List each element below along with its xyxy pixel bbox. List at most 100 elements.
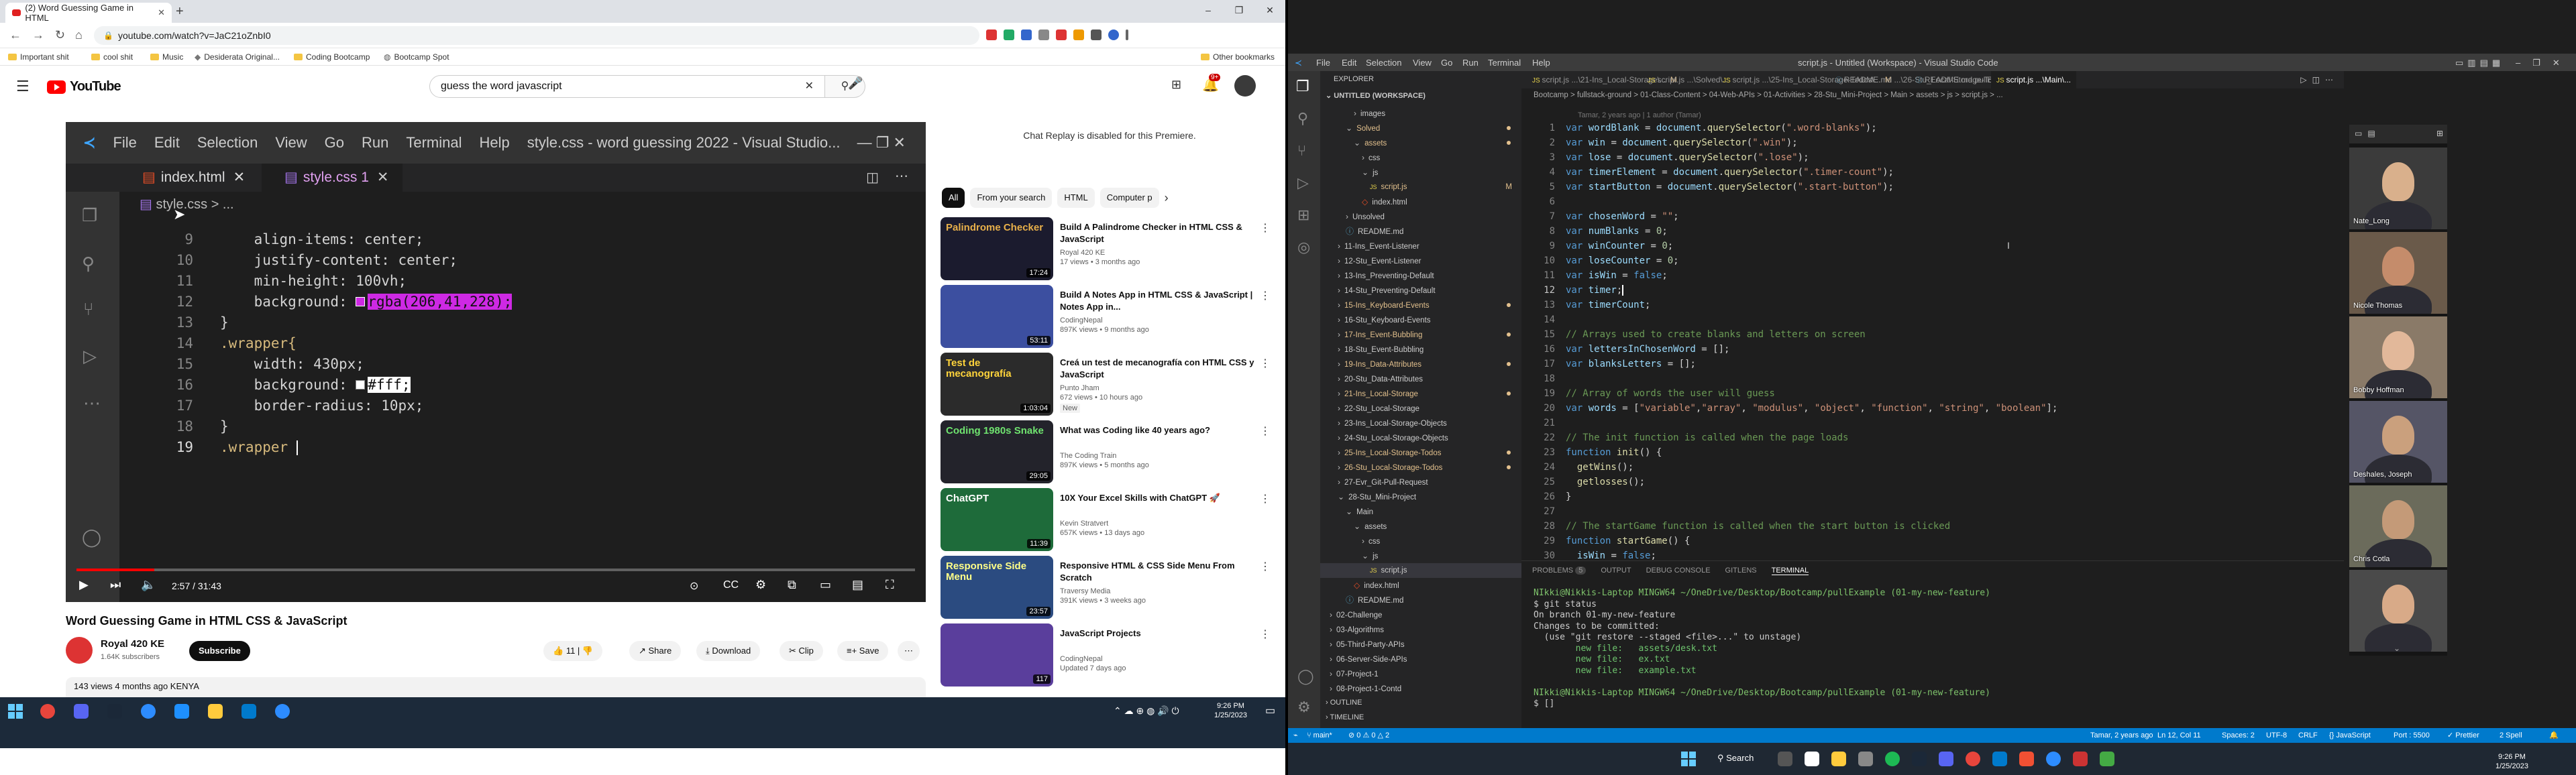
live-server-port[interactable]: Port : 5500 — [2394, 728, 2430, 743]
branch-status[interactable]: ⑂ main* — [1307, 728, 1332, 743]
run-debug-icon[interactable]: ▷ — [1297, 174, 1309, 192]
code-line[interactable]: function init() { — [1566, 445, 1662, 460]
tree-item[interactable]: › 11-Ins_Event-Listener — [1320, 239, 1521, 253]
tree-item[interactable]: › 15-Ins_Keyboard-Events — [1320, 298, 1521, 312]
subscribe-button[interactable]: Subscribe — [189, 641, 250, 661]
tree-item[interactable]: ⌄ Solved — [1320, 121, 1521, 135]
bookmark-item[interactable]: Music — [150, 52, 183, 62]
editor-actions-icons[interactable]: ▷◫⋯ — [2300, 75, 2339, 84]
code-line[interactable]: var timerElement = document.querySelecto… — [1566, 165, 1894, 180]
tree-item[interactable]: › css — [1320, 534, 1521, 548]
zoom-icon[interactable] — [275, 704, 290, 719]
code-line[interactable]: var loseCounter = 0; — [1566, 253, 1679, 268]
search-input[interactable]: guess the word javascript ✕ — [429, 75, 825, 98]
participant-tile[interactable]: Deshales, Joseph — [2349, 401, 2447, 483]
editor-tab[interactable]: JS script.js ...\Main\... — [1991, 71, 2077, 88]
bookmark-item[interactable]: Important shit — [8, 52, 69, 62]
tree-item[interactable]: › 22-Stu_Local-Storage — [1320, 401, 1521, 416]
tree-item[interactable]: › Unsolved — [1320, 209, 1521, 224]
theater-mode-icon[interactable]: ▭ — [820, 578, 831, 592]
code-line[interactable]: getlosses(); — [1566, 475, 1645, 489]
taskbar-search[interactable]: ⚲ Search — [1717, 753, 1754, 764]
code-line[interactable]: // The init function is called when the … — [1566, 430, 1848, 445]
tree-item[interactable]: › 13-Ins_Preventing-Default — [1320, 268, 1521, 283]
miniplayer-icon[interactable]: ⧉ — [788, 578, 796, 592]
like-button[interactable]: 👍 11 | 👎 — [543, 641, 603, 661]
tree-item[interactable]: ⌄ assets — [1320, 519, 1521, 534]
bookmark-item[interactable]: ◍ Bootcamp Spot — [384, 52, 449, 62]
more-options-icon[interactable]: ⋮ — [1260, 424, 1271, 438]
participant-tile[interactable] — [2349, 570, 2447, 652]
participant-tile[interactable]: Nicole Thomas — [2349, 232, 2447, 314]
home-icon[interactable]: ⌂ — [75, 28, 83, 42]
chrome-icon[interactable] — [1966, 752, 1980, 766]
file-explorer-icon[interactable] — [208, 704, 223, 719]
clock[interactable]: 9:26 PM 1/25/2023 — [2496, 752, 2528, 771]
tree-item[interactable]: › 14-Stu_Preventing-Default — [1320, 283, 1521, 298]
kebab-menu-icon[interactable] — [1126, 29, 1128, 40]
encoding[interactable]: UTF-8 — [2266, 728, 2287, 743]
chrome-tab-youtube[interactable]: (2) Word Guessing Game in HTML ✕ — [5, 3, 172, 23]
recommendation-item[interactable]: Coding 1980s Snake 29:05 What was Coding l… — [941, 420, 1276, 488]
code-lines[interactable]: 1 var wordBlank = document.querySelector(… — [1521, 121, 2344, 563]
extension-icon[interactable] — [1056, 29, 1067, 40]
fullscreen-icon[interactable]: ⛶ — [885, 578, 894, 592]
eol[interactable]: CRLF — [2298, 728, 2318, 743]
youtube-logo[interactable]: YouTube — [47, 79, 121, 95]
code-line[interactable]: getWins(); — [1566, 460, 1633, 475]
tab-terminal[interactable]: TERMINAL — [1771, 567, 1809, 575]
menu-terminal[interactable]: Terminal — [1488, 58, 1521, 68]
tree-item[interactable]: ⌄ 28-Stu_Mini-Project — [1320, 489, 1521, 504]
save-button[interactable]: ≡+ Save — [837, 641, 889, 661]
code-line[interactable]: var lose = document.querySelector(".lose… — [1566, 150, 1809, 165]
steam-icon[interactable] — [107, 704, 122, 719]
tree-item[interactable]: › 02-Challenge — [1320, 607, 1521, 622]
recommendation-item[interactable]: 53:11 Build A Notes App in HTML CSS & Jav… — [941, 285, 1276, 353]
tree-item[interactable]: ⌄ js — [1320, 165, 1521, 180]
close-window-icon[interactable]: ✕ — [1254, 0, 1285, 23]
tree-item[interactable]: › 16-Stu_Keyboard-Events — [1320, 312, 1521, 327]
video-thumbnail[interactable]: Responsive Side Menu 23:57 — [941, 556, 1053, 619]
menu-help[interactable]: Help — [1532, 58, 1550, 68]
close-tab-icon[interactable]: ✕ — [158, 7, 165, 18]
tree-item[interactable]: › 26-Stu_Local-Storage-Todos — [1320, 460, 1521, 475]
code-line[interactable]: var startButton = document.querySelector… — [1566, 180, 1894, 194]
source-control-icon[interactable]: ⑂ — [1297, 142, 1306, 160]
extension-icon[interactable] — [986, 29, 997, 40]
zoom-view-icons[interactable]: ▭▤ — [2355, 129, 2381, 138]
tree-item[interactable]: › 27-Evr_Git-Pull-Request — [1320, 475, 1521, 489]
tree-item[interactable]: JS script.js — [1320, 563, 1521, 578]
code-line[interactable]: var words = ["variable","array", "modulu… — [1566, 401, 2057, 416]
recommendation-channel[interactable]: CodingNepal — [1060, 654, 1103, 664]
tree-item[interactable]: › 12-Stu_Event-Listener — [1320, 253, 1521, 268]
menu-selection[interactable]: Selection — [1366, 58, 1401, 68]
participant-tile[interactable]: Nate_Long — [2349, 147, 2447, 229]
tree-item[interactable]: › 06-Server-Side-APIs — [1320, 652, 1521, 666]
zoom-grid-icon[interactable]: ⊞ — [2436, 129, 2443, 138]
new-tab-icon[interactable]: + — [176, 4, 184, 19]
tree-item[interactable]: › 24-Stu_Local-Storage-Objects — [1320, 430, 1521, 445]
cursor-position[interactable]: Ln 12, Col 11 — [2157, 728, 2201, 743]
cast-icon[interactable]: ▤ — [852, 578, 863, 592]
tree-item[interactable]: › 18-Stu_Event-Bubbling — [1320, 342, 1521, 357]
settings-gear-icon[interactable]: ⚙ — [755, 578, 766, 592]
problems-status[interactable]: ⊘ 0 ⚠ 0 △ 2 — [1348, 728, 1389, 743]
notifications-icon[interactable]: ▭ — [1265, 704, 1275, 717]
code-line[interactable]: var blanksLetters = []; — [1566, 357, 1696, 371]
tab-gitlens[interactable]: GITLENS — [1725, 567, 1757, 575]
app-icon[interactable] — [141, 704, 156, 719]
app-icon[interactable] — [2073, 752, 2088, 766]
tree-item[interactable]: ⌄ assets — [1320, 135, 1521, 150]
tree-item[interactable]: ⓘ README.md — [1320, 224, 1521, 239]
code-line[interactable]: var win = document.querySelector(".win")… — [1566, 135, 1798, 150]
tab-debug-console[interactable]: DEBUG CONSOLE — [1646, 567, 1711, 575]
minimize-icon[interactable]: – — [1193, 0, 1224, 23]
recommendation-title[interactable]: Build A Palindrome Checker in HTML CSS &… — [1060, 221, 1268, 245]
tree-item[interactable]: JS script.js M — [1320, 180, 1521, 194]
outline-section[interactable]: › OUTLINE — [1326, 699, 1362, 707]
account-avatar[interactable] — [1234, 75, 1256, 97]
next-icon[interactable]: ⏭ — [110, 578, 121, 592]
tree-item[interactable]: › 17-Ins_Event-Bubbling — [1320, 327, 1521, 342]
language-mode[interactable]: {} JavaScript — [2329, 728, 2371, 743]
more-options-icon[interactable]: ⋮ — [1260, 221, 1271, 235]
